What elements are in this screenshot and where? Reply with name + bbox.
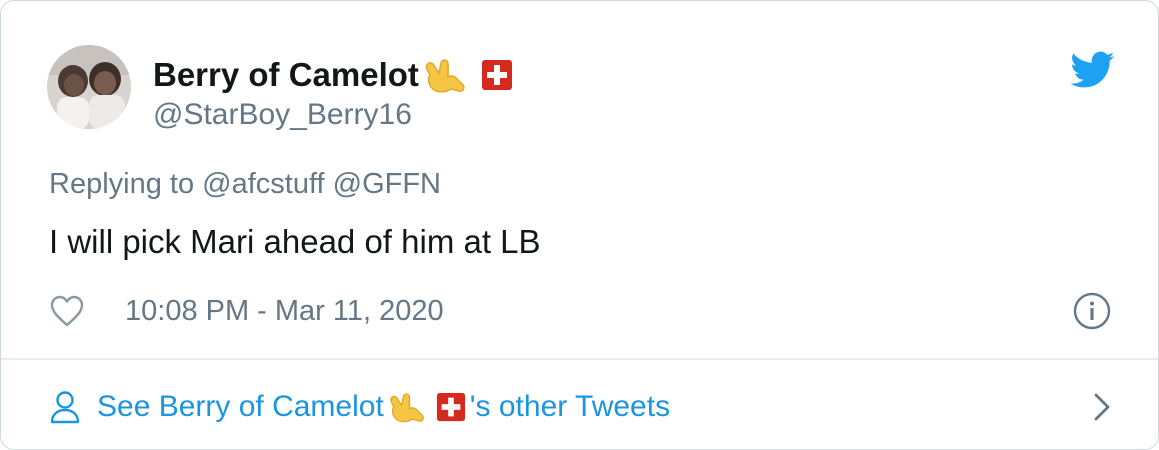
display-name-row[interactable]: Berry of Camelot bbox=[153, 55, 513, 95]
mention-link[interactable]: @GFFN bbox=[333, 168, 441, 200]
chevron-right-icon[interactable] bbox=[1090, 389, 1114, 425]
see-other-tweets-prefix: See Berry of Camelot bbox=[97, 390, 384, 423]
avatar[interactable] bbox=[47, 45, 131, 129]
tweet-card: Berry of Camelot @StarBoy_Berry16 Replyi… bbox=[0, 0, 1159, 450]
user-handle[interactable]: @StarBoy_Berry16 bbox=[153, 97, 513, 133]
call-me-hand-emoji-icon bbox=[389, 393, 424, 423]
divider bbox=[1, 358, 1158, 360]
tweet-meta: 10:08 PM - Mar 11, 2020 bbox=[49, 289, 1118, 333]
see-other-tweets-suffix: 's other Tweets bbox=[469, 390, 671, 423]
info-icon[interactable] bbox=[1072, 291, 1112, 331]
display-name[interactable]: Berry of Camelot bbox=[153, 55, 419, 95]
swiss-flag-emoji-icon bbox=[436, 392, 465, 422]
person-icon bbox=[50, 391, 80, 424]
heart-icon[interactable] bbox=[49, 294, 85, 328]
replying-to-label: Replying to bbox=[49, 168, 195, 200]
tweet-header: Berry of Camelot @StarBoy_Berry16 bbox=[47, 45, 513, 135]
timestamp[interactable]: 10:08 PM - Mar 11, 2020 bbox=[125, 295, 444, 328]
swiss-flag-emoji-icon bbox=[481, 60, 512, 90]
call-me-hand-emoji-icon bbox=[425, 59, 465, 93]
user-names: Berry of Camelot @StarBoy_Berry16 bbox=[153, 55, 513, 133]
twitter-bird-icon[interactable] bbox=[1071, 51, 1115, 89]
tweet-text: I will pick Mari ahead of him at LB bbox=[49, 223, 541, 260]
mention-link[interactable]: @afcstuff bbox=[202, 168, 324, 200]
see-other-tweets-label[interactable]: See Berry of Camelot 's other Tweets bbox=[97, 389, 670, 425]
replying-to: Replying to @afcstuff @GFFN bbox=[49, 165, 441, 203]
avatar-photo bbox=[47, 45, 131, 129]
see-other-tweets-link[interactable]: See Berry of Camelot 's other Tweets bbox=[49, 381, 1118, 433]
